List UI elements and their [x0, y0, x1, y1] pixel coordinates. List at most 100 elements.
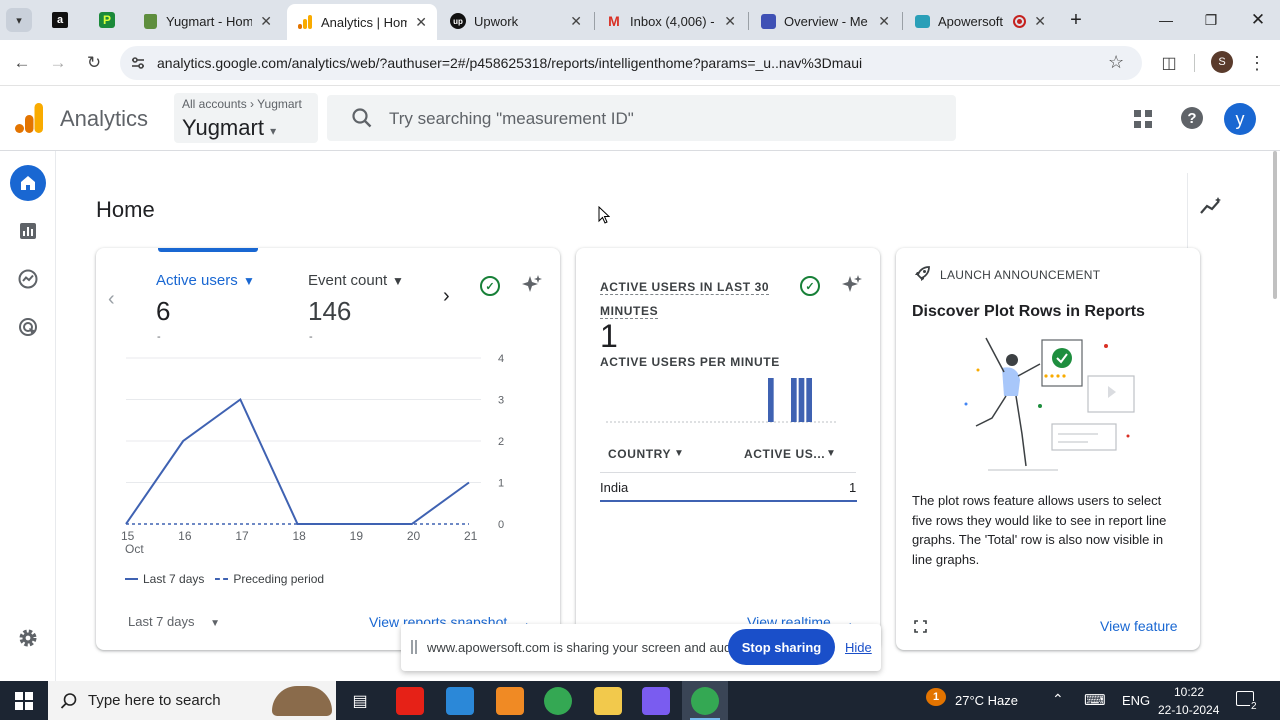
dropdown-arrow-icon: ▼ [826, 448, 836, 459]
y-tick-label: 4 [498, 353, 504, 365]
minimize-button[interactable]: — [1146, 8, 1186, 32]
sparkle-icon[interactable] [521, 274, 543, 296]
task-view-icon[interactable]: ▤ [346, 687, 374, 715]
chrome-taskbar-icon[interactable] [544, 687, 572, 715]
search-bar[interactable]: Try searching "measurement ID" [327, 95, 956, 141]
insights-icon[interactable] [1199, 196, 1223, 216]
back-arrow-icon[interactable]: ← [10, 52, 34, 74]
series-line-last-7-days [125, 397, 470, 525]
date-range-dropdown[interactable]: Last 7 days ▼ [128, 614, 220, 629]
weather-text[interactable]: 27°C Haze [955, 693, 1018, 708]
clock-date[interactable]: 22-10-2024 [1158, 703, 1219, 717]
nav-home[interactable] [10, 165, 46, 201]
app-taskbar-icon[interactable] [496, 687, 524, 715]
announcement-headline: Discover Plot Rows in Reports [912, 303, 1145, 320]
tab-overview[interactable]: Overview - Me ✕ [750, 6, 900, 36]
nav-reports[interactable] [10, 213, 46, 249]
minute-bar [791, 378, 797, 422]
announcement-illustration [964, 337, 1135, 471]
legend-solid-swatch [125, 578, 138, 580]
amazon-pinned-tab[interactable]: a [47, 8, 73, 32]
minute-bar [798, 378, 805, 422]
nav-explore[interactable] [10, 261, 46, 297]
view-feature-link[interactable]: View feature [1100, 618, 1178, 634]
copilot-taskbar-icon[interactable] [642, 687, 670, 715]
chrome-active-taskbar-icon[interactable] [691, 687, 719, 715]
account-picker[interactable]: All accounts › Yugmart Yugmart ▾ [174, 93, 318, 143]
tab-apowersoft[interactable]: Apowersoft ✕ [904, 6, 1056, 36]
tab-upwork[interactable]: up Upwork ✕ [440, 6, 592, 36]
tab-gmail[interactable]: M Inbox (4,006) - ✕ [596, 6, 746, 36]
nav-admin[interactable] [10, 620, 46, 656]
settings-gear-icon [19, 629, 37, 647]
minute-bar [806, 378, 812, 422]
tab-analytics[interactable]: Analytics | Hom ✕ [287, 4, 437, 40]
weather-alert-icon: 1 [926, 688, 946, 706]
close-tab-icon[interactable]: ✕ [1034, 13, 1046, 30]
bookmark-star-icon[interactable]: ☆ [1108, 52, 1124, 73]
home-icon [21, 176, 35, 190]
toolbar-separator [1194, 54, 1195, 72]
stop-sharing-button[interactable]: Stop sharing [728, 629, 835, 665]
analytics-icon [297, 14, 313, 30]
hide-share-bar-link[interactable]: Hide [845, 640, 872, 655]
analytics-logo [15, 103, 43, 133]
x-tick-label: 15 [121, 529, 135, 543]
profile-avatar[interactable]: S [1211, 51, 1233, 73]
kebab-menu-icon[interactable]: ⋮ [1245, 52, 1269, 74]
keyboard-icon[interactable]: ⌨ [1084, 691, 1106, 709]
close-tab-icon[interactable]: ✕ [260, 13, 272, 30]
new-tab-button[interactable]: + [1056, 8, 1096, 32]
bar-chart-icon [20, 223, 36, 239]
tab-yugmart[interactable]: Yugmart - Hom ✕ [132, 6, 282, 36]
sparkle-icon[interactable] [841, 274, 863, 296]
close-tab-icon[interactable]: ✕ [415, 14, 427, 31]
reload-icon[interactable]: ↻ [82, 52, 106, 74]
dropdown-arrow-icon: ▼ [674, 448, 684, 459]
extensions-icon[interactable]: ◫ [1157, 52, 1181, 74]
tab-search-button[interactable]: ▾ [6, 8, 32, 32]
nav-advertising[interactable] [10, 309, 46, 345]
windows-start-icon[interactable] [15, 692, 33, 710]
address-bar[interactable]: analytics.google.com/analytics/web/?auth… [120, 46, 1142, 80]
close-tab-icon[interactable]: ✕ [878, 13, 890, 30]
youtube-taskbar-icon[interactable] [396, 687, 424, 715]
x-tick-label: 19 [350, 529, 364, 543]
url-text: analytics.google.com/analytics/web/?auth… [157, 55, 863, 71]
fullscreen-icon[interactable] [914, 620, 927, 633]
announcement-body: The plot rows feature allows users to se… [912, 493, 1167, 567]
file-explorer-taskbar-icon[interactable] [594, 687, 622, 715]
x-tick-label: 20 [407, 529, 421, 543]
share-message: www.apowersoft.com is sharing your scree… [427, 640, 745, 655]
restore-button[interactable]: ❐ [1191, 8, 1231, 32]
windows-taskbar: Type here to search ▤ 1 27°C Haze ⌃ ⌨ EN… [0, 681, 1280, 720]
chevron-up-icon[interactable]: ⌃ [1052, 691, 1064, 708]
search-icon [60, 693, 77, 709]
page-scrollbar[interactable] [1273, 151, 1277, 299]
realtime-card: ACTIVE USERS IN LAST 30 MINUTES ✓ 1 ACTI… [576, 248, 880, 650]
chevron-left-icon[interactable]: ‹ [108, 288, 115, 311]
close-tab-icon[interactable]: ✕ [570, 13, 582, 30]
apps-grid-icon[interactable] [1133, 109, 1153, 129]
forward-arrow-icon[interactable]: → [46, 52, 70, 74]
user-avatar[interactable]: y [1224, 103, 1256, 135]
close-tab-icon[interactable]: ✕ [724, 13, 736, 30]
drag-handle-icon[interactable] [411, 640, 417, 654]
language-indicator[interactable]: ENG [1122, 693, 1150, 708]
help-icon[interactable]: ? [1181, 107, 1203, 129]
taskbar-search-box[interactable]: Type here to search [48, 681, 336, 720]
legend-current: Last 7 days [143, 572, 205, 586]
close-window-button[interactable]: ✕ [1238, 8, 1278, 32]
wombat-search-highlight-icon [272, 686, 332, 716]
clock-time[interactable]: 10:22 [1174, 685, 1204, 699]
apowersoft-icon [914, 13, 930, 29]
site-settings-icon[interactable] [130, 55, 146, 76]
tab-separator [594, 12, 595, 30]
store-taskbar-icon[interactable] [446, 687, 474, 715]
dropdown-arrow-icon: ▾ [270, 124, 277, 138]
chevron-right-icon[interactable]: › [443, 285, 450, 308]
mouse-cursor-icon [598, 205, 611, 229]
pinned-tab-p[interactable]: P [94, 8, 120, 32]
chart-legend: Last 7 days Preceding period [125, 572, 324, 586]
dropdown-arrow-icon: ▼ [210, 618, 221, 629]
